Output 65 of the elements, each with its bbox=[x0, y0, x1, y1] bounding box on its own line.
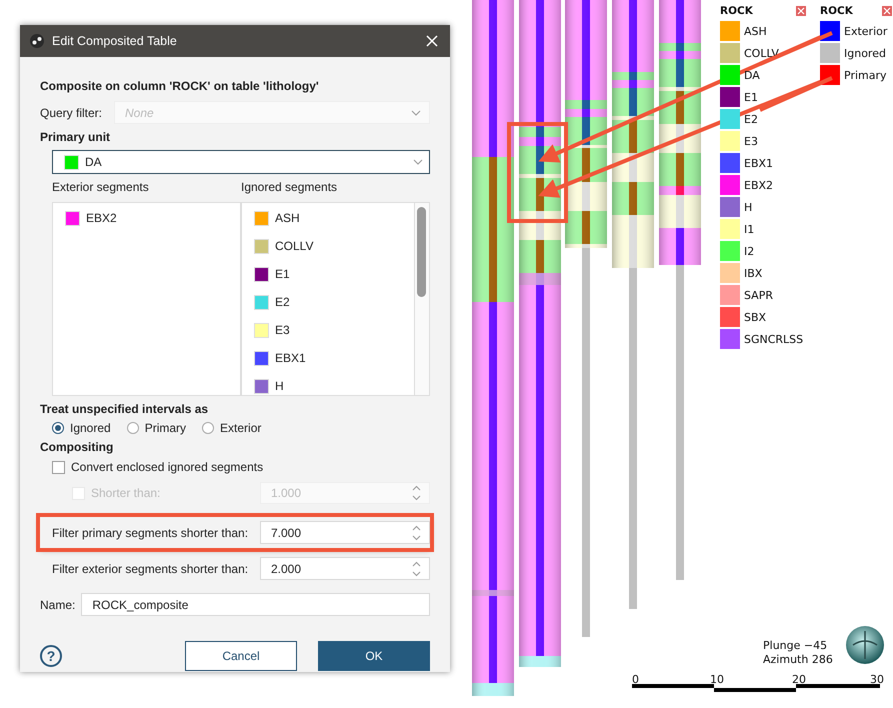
chevron-down-icon bbox=[411, 110, 421, 116]
legend-label: SAPR bbox=[744, 288, 773, 302]
list-item[interactable]: E3 bbox=[242, 316, 414, 344]
section-label: Primary unit bbox=[40, 130, 112, 144]
scale-tick-label: 10 bbox=[710, 673, 724, 686]
legend-label: IBX bbox=[744, 266, 762, 280]
legend-label: E1 bbox=[744, 90, 758, 104]
number-field[interactable]: 2.000 bbox=[260, 557, 430, 580]
scrollbar[interactable] bbox=[414, 203, 429, 395]
legend-label: Exterior bbox=[844, 24, 888, 38]
spinner-arrows-icon[interactable] bbox=[412, 524, 421, 542]
chevron-down-icon bbox=[413, 159, 423, 165]
list-item[interactable]: EBX1 bbox=[242, 344, 414, 372]
cancel-button[interactable]: Cancel bbox=[185, 641, 297, 671]
spinner-arrows-icon[interactable] bbox=[412, 484, 421, 502]
list-item[interactable]: COLLV bbox=[242, 232, 414, 260]
number-field[interactable]: 7.000 bbox=[260, 521, 430, 544]
primary-unit-dropdown[interactable]: DA bbox=[52, 150, 430, 174]
legend-label: SGNCRLSS bbox=[744, 332, 804, 346]
list-item[interactable]: E2 bbox=[242, 288, 414, 316]
legend-label: EBX1 bbox=[744, 156, 774, 170]
legend-label: EBX2 bbox=[744, 178, 774, 192]
list-label: Ignored segments bbox=[241, 180, 338, 194]
legend-label: I2 bbox=[744, 244, 754, 258]
compass-globe-icon[interactable] bbox=[845, 625, 885, 665]
scale-tick-label: 0 bbox=[632, 673, 639, 686]
spinner-arrows-icon[interactable] bbox=[412, 560, 421, 578]
azimuth-label: Azimuth 286 bbox=[763, 653, 833, 667]
radio-option[interactable]: Exterior bbox=[202, 421, 262, 435]
close-icon[interactable] bbox=[426, 35, 438, 47]
list-label: Exterior segments bbox=[52, 180, 150, 194]
section-label: Compositing bbox=[40, 440, 114, 454]
legend-label: Primary bbox=[844, 68, 887, 82]
legend-label: COLLV bbox=[744, 46, 779, 60]
list-item[interactable]: H bbox=[242, 372, 414, 395]
list-item[interactable]: EBX2 bbox=[53, 204, 240, 232]
list-item[interactable]: ASH bbox=[242, 204, 414, 232]
legend-label: E2 bbox=[744, 112, 758, 126]
legend-title: ROCK bbox=[720, 5, 753, 17]
legend-label: ASH bbox=[744, 24, 767, 38]
legend-label: I1 bbox=[744, 222, 754, 236]
ok-button[interactable]: OK bbox=[318, 641, 430, 671]
legend-label: Ignored bbox=[844, 46, 886, 60]
scale-tick-label: 30 bbox=[870, 673, 884, 686]
plunge-label: Plunge −45 bbox=[763, 639, 828, 653]
legend-title: ROCK bbox=[820, 5, 853, 17]
name-field[interactable]: ROCK_composite bbox=[81, 593, 430, 616]
scale-tick-label: 20 bbox=[792, 673, 806, 686]
field-label: Name: bbox=[40, 598, 76, 612]
field-label: Filter primary segments shorter than: bbox=[52, 526, 250, 540]
section-heading: Composite on column 'ROCK' on table 'lithology' bbox=[40, 79, 320, 93]
radio-option[interactable]: Primary bbox=[126, 421, 186, 435]
legend-label: DA bbox=[744, 68, 760, 82]
field-label: Filter exterior segments shorter than: bbox=[52, 562, 250, 576]
radio-option[interactable]: Ignored bbox=[52, 421, 111, 435]
legend-label: H bbox=[744, 200, 752, 214]
app-logo-icon bbox=[30, 34, 44, 48]
help-button[interactable]: ? bbox=[40, 645, 62, 667]
section-label: Treat unspecified intervals as bbox=[40, 402, 210, 416]
checkbox-option[interactable]: Convert enclosed ignored segments bbox=[52, 460, 264, 474]
field-label: Query filter: bbox=[40, 106, 104, 120]
legend-label: SBX bbox=[744, 310, 766, 324]
legend-label: E3 bbox=[744, 134, 758, 148]
window-title: Edit Composited Table bbox=[52, 34, 178, 48]
list-item[interactable]: E1 bbox=[242, 260, 414, 288]
